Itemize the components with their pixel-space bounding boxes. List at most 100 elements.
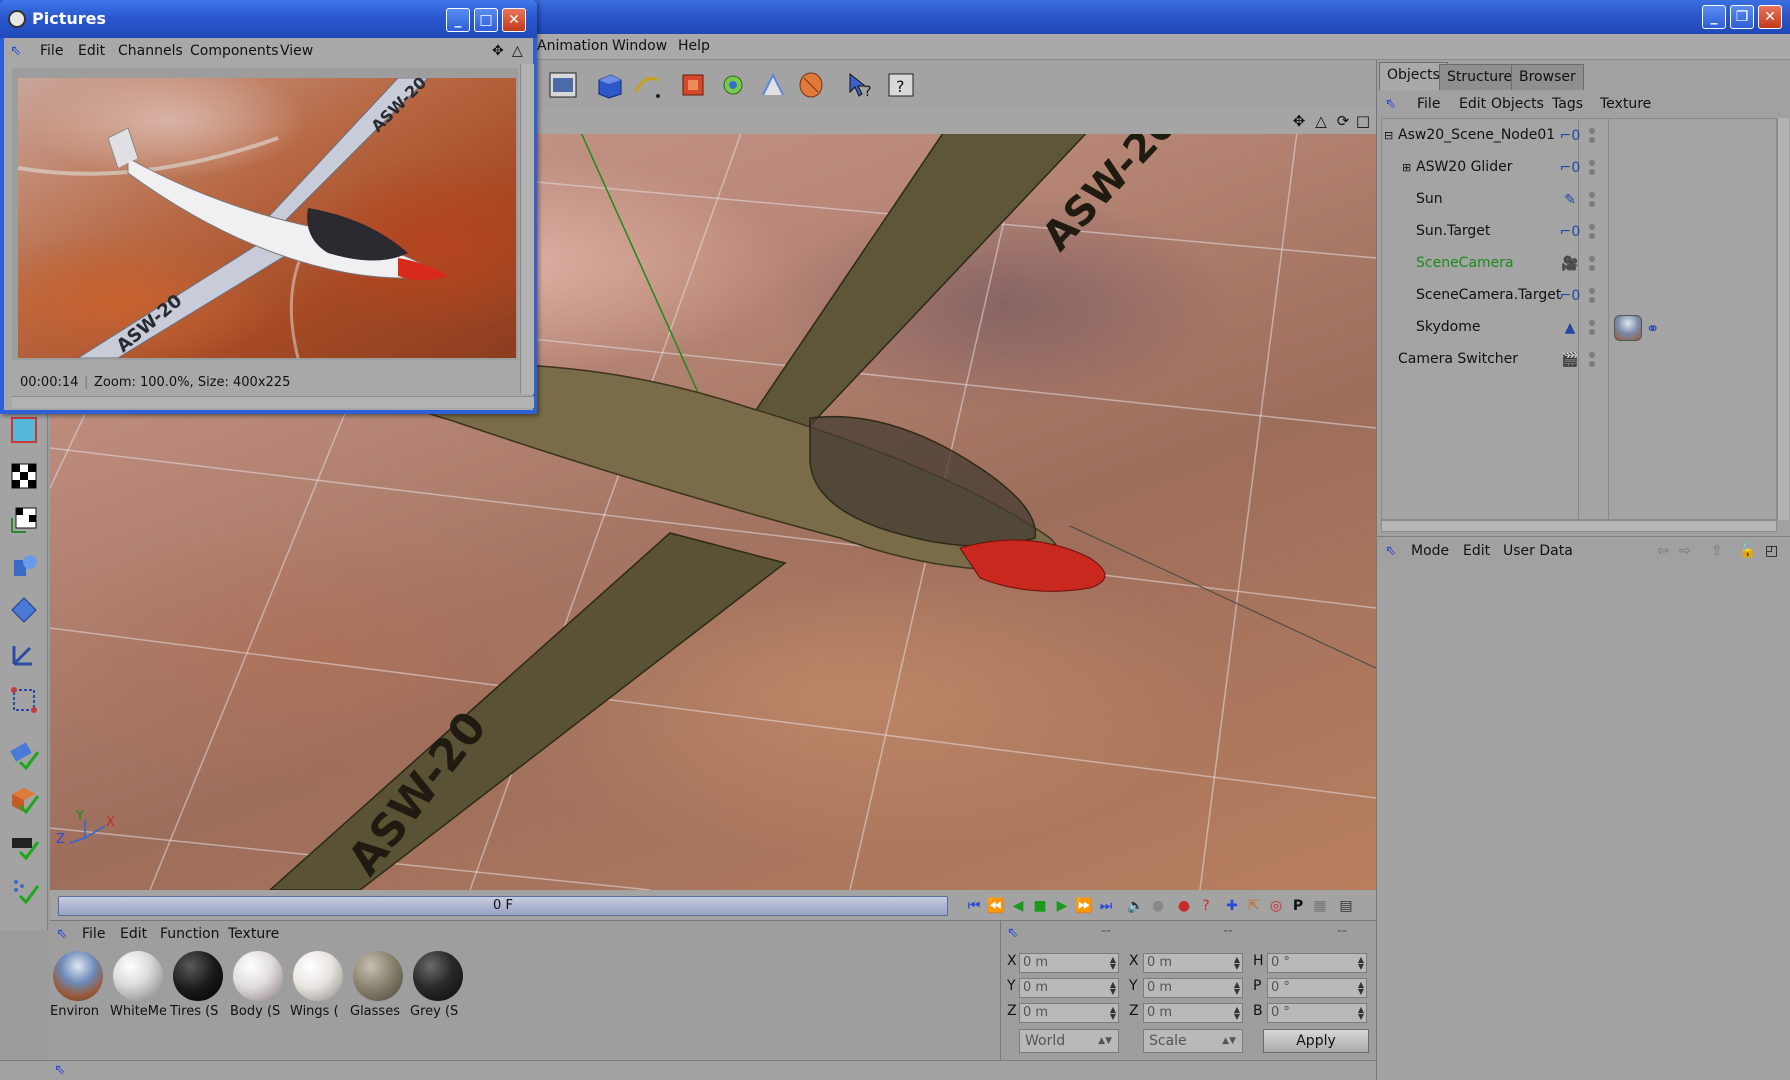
rot-b-field[interactable]: 0 ° ▲ ▼	[1267, 1003, 1367, 1023]
coordinate-scale-select[interactable]: Scale ▲▼	[1143, 1029, 1243, 1053]
pictures-minimize-button[interactable]: _	[446, 8, 470, 32]
object-row-skydome[interactable]: Skydome ▲ ⚭	[1382, 313, 1776, 343]
pic-zoom-icon[interactable]: △	[512, 43, 523, 59]
lock-icon[interactable]: 🔓	[1739, 543, 1756, 559]
pic-menu-file[interactable]: File	[40, 43, 63, 59]
menu-animation[interactable]: Animation	[537, 38, 608, 54]
texture-tag-icon[interactable]	[1614, 315, 1642, 341]
attr-menu-edit[interactable]: Edit	[1463, 543, 1490, 559]
rendered-image[interactable]: ASW-20 ASW-20	[18, 78, 516, 358]
key-rotation-icon[interactable]: ◎	[1266, 896, 1286, 916]
pos-y-field[interactable]: 0 m ▲ ▼	[1019, 978, 1119, 998]
menu-window[interactable]: Window	[612, 38, 667, 54]
key-scale-icon[interactable]: ⇱	[1244, 896, 1264, 916]
nurbs-icon[interactable]	[676, 68, 710, 102]
object-list-horizontal-scrollbar[interactable]	[1381, 520, 1777, 532]
go-to-start-icon[interactable]: ⏮	[964, 896, 984, 916]
pic-menu-view[interactable]: View	[280, 43, 313, 59]
object-row-scenecamera[interactable]: SceneCamera 🎥	[1382, 249, 1776, 279]
material-menu-edit[interactable]: Edit	[120, 926, 147, 942]
size-y-field[interactable]: 0 m ▲ ▼	[1143, 978, 1243, 998]
object-tool-icon[interactable]	[6, 592, 42, 628]
pictures-window[interactable]: Pictures _ □ ✕ ⇖ File Edit Channels Comp…	[0, 0, 537, 414]
pictures-close-button[interactable]: ✕	[502, 8, 526, 32]
autokey-icon[interactable]: ●	[1174, 896, 1194, 916]
object-row-asw20-glider[interactable]: ⊞ ASW20 Glider ⌐0	[1382, 153, 1776, 183]
key-pla-icon[interactable]: ▦	[1310, 896, 1330, 916]
object-row-asw20-scene-node[interactable]: ⊟ Asw20_Scene_Node01 ⌐0	[1382, 121, 1776, 151]
scene-object-icon[interactable]	[794, 68, 828, 102]
visibility-dots[interactable]	[1589, 221, 1597, 243]
key-position-icon[interactable]: ✚	[1222, 896, 1242, 916]
check-edit-icon[interactable]	[6, 738, 42, 774]
material-tires[interactable]: Tires (S	[170, 951, 226, 1027]
object-list-vertical-scrollbar[interactable]	[1777, 118, 1789, 520]
tab-structure[interactable]: Structure	[1439, 64, 1521, 90]
render-settings-icon[interactable]	[546, 68, 580, 102]
deformer-icon[interactable]	[756, 68, 790, 102]
keyframe-help-icon[interactable]: ?	[1196, 896, 1216, 916]
model-tool-icon[interactable]	[6, 548, 42, 584]
stop-icon[interactable]: ■	[1030, 896, 1050, 916]
material-glasses[interactable]: Glasses	[350, 951, 406, 1027]
material-body[interactable]: Body (S	[230, 951, 286, 1027]
size-x-field[interactable]: 0 m ▲ ▼	[1143, 953, 1243, 973]
minimize-button[interactable]: _	[1702, 5, 1726, 29]
previous-key-icon[interactable]: ⏪	[986, 896, 1006, 916]
visibility-dots[interactable]	[1589, 285, 1597, 307]
obj-menu-tags[interactable]: Tags	[1552, 96, 1583, 112]
uvw-tag-icon[interactable]: ⚭	[1646, 319, 1659, 338]
attr-menu-mode[interactable]: Mode	[1411, 543, 1449, 559]
play-icon[interactable]: ▶	[1052, 896, 1072, 916]
obj-menu-texture[interactable]: Texture	[1600, 96, 1651, 112]
maximize-view-icon[interactable]: □	[1354, 112, 1372, 130]
visibility-dots[interactable]	[1589, 317, 1597, 339]
visibility-dots[interactable]	[1589, 349, 1597, 371]
tab-browser[interactable]: Browser	[1511, 64, 1584, 90]
pictures-maximize-button[interactable]: □	[474, 8, 498, 32]
sound-icon[interactable]: 🔈	[1126, 896, 1146, 916]
material-grey[interactable]: Grey (S	[410, 951, 466, 1027]
pictures-vertical-scrollbar[interactable]	[520, 64, 534, 394]
cube-icon[interactable]	[592, 68, 626, 102]
record-icon[interactable]: ●	[1148, 896, 1168, 916]
visibility-dots[interactable]	[1589, 157, 1597, 179]
back-arrow-icon[interactable]: ⇦	[1657, 543, 1669, 559]
material-menu-texture[interactable]: Texture	[228, 926, 279, 942]
pos-z-field[interactable]: 0 m ▲ ▼	[1019, 1003, 1119, 1023]
object-row-scenecamera-target[interactable]: SceneCamera.Target ⌐0	[1382, 281, 1776, 311]
obj-menu-edit[interactable]: Edit	[1459, 96, 1486, 112]
attr-menu-user-data[interactable]: User Data	[1503, 543, 1573, 559]
close-button[interactable]: ✕	[1758, 5, 1782, 29]
object-row-camera-switcher[interactable]: Camera Switcher 🎬	[1382, 345, 1776, 375]
check-particles-icon[interactable]	[6, 872, 42, 908]
pos-x-field[interactable]: 0 m ▲ ▼	[1019, 953, 1119, 973]
forward-arrow-icon[interactable]: ⇨	[1679, 543, 1691, 559]
pictures-horizontal-scrollbar[interactable]	[12, 396, 534, 408]
spline-pen-icon[interactable]	[630, 68, 664, 102]
go-to-end-icon[interactable]: ⏭	[1096, 896, 1116, 916]
pic-menu-channels[interactable]: Channels	[118, 43, 183, 59]
expand-icon[interactable]: ⊞	[1402, 161, 1411, 174]
array-icon[interactable]	[716, 68, 750, 102]
timeline-slider[interactable]: 0 F	[58, 896, 948, 916]
pictures-titlebar[interactable]: Pictures _ □ ✕	[0, 0, 537, 38]
material-wings[interactable]: Wings (	[290, 951, 346, 1027]
visibility-dots[interactable]	[1589, 189, 1597, 211]
menu-help[interactable]: Help	[678, 38, 710, 54]
up-arrow-icon[interactable]: ⇧	[1711, 543, 1723, 559]
apply-button[interactable]: Apply	[1263, 1029, 1369, 1053]
pan-view-icon[interactable]: ✥	[1290, 112, 1308, 130]
coordinate-mode-select[interactable]: World ▲▼	[1019, 1029, 1119, 1053]
check-polygon-icon[interactable]	[6, 782, 42, 818]
material-menu-function[interactable]: Function	[160, 926, 220, 942]
obj-menu-objects[interactable]: Objects	[1491, 96, 1544, 112]
help-pointer-icon[interactable]: ?	[844, 68, 878, 102]
next-key-icon[interactable]: ⏩	[1074, 896, 1094, 916]
checker-icon[interactable]	[6, 458, 42, 494]
object-row-sun-target[interactable]: Sun.Target ⌐0	[1382, 217, 1776, 247]
visibility-dots[interactable]	[1589, 253, 1597, 275]
step-back-icon[interactable]: ◀	[1008, 896, 1028, 916]
help-window-icon[interactable]: ?	[884, 68, 918, 102]
pic-menu-components[interactable]: Components	[190, 43, 279, 59]
